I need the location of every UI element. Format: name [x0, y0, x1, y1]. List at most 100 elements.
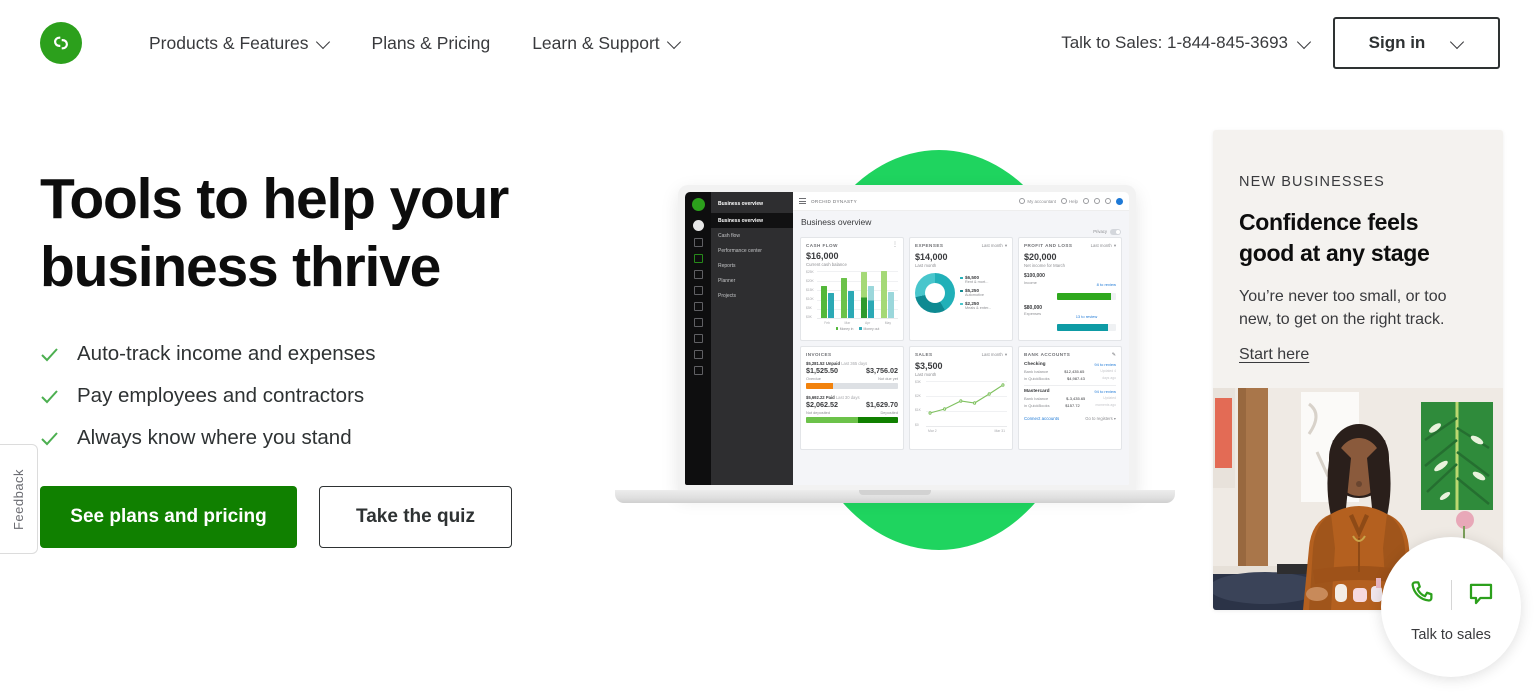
my-accountant-label: My accountant	[1027, 198, 1056, 204]
bank-account-row: Checking 94 to review Bank balance $12,4…	[1024, 362, 1116, 381]
card-title: EXPENSES	[915, 243, 944, 248]
talk-to-sales-widget[interactable]: Talk to sales	[1381, 537, 1521, 677]
bar-money-in	[840, 278, 847, 318]
pl-income-row: $100,000 Income 8 to review	[1024, 273, 1116, 300]
overdue-label: Overdue	[806, 375, 821, 381]
my-accountant-link[interactable]: My accountant	[1019, 198, 1056, 204]
app-menu-item-projects[interactable]: Projects	[711, 288, 793, 303]
talk-to-sales-phone[interactable]: Talk to Sales: 1-844-845-3693	[1061, 33, 1311, 53]
invoices-paid-block: $5,692.22 Paid Last 30 days $2,062.52 No…	[806, 395, 898, 423]
y-tick: $25K	[806, 270, 814, 274]
see-plans-and-pricing-button[interactable]: See plans and pricing	[40, 486, 297, 548]
qb-balance-label: in QuickBooks	[1024, 403, 1050, 409]
account-bank-balance: Bank balance $12,435.65 Updated 4	[1024, 369, 1116, 374]
card-title: BANK ACCOUNTS	[1024, 352, 1071, 357]
chevron-down-icon: ▾	[1113, 242, 1116, 248]
app-menu-item-planner[interactable]: Planner	[711, 273, 793, 288]
customers-icon	[693, 286, 703, 295]
sales-phone-label: Talk to Sales: 1-844-845-3693	[1061, 33, 1288, 52]
app-menu-item-performance-center[interactable]: Performance center	[711, 243, 793, 258]
pl-review-link[interactable]: 13 to review	[1076, 314, 1098, 319]
bell-icon[interactable]	[1094, 198, 1100, 204]
app-menu-title: Business overview	[718, 201, 764, 207]
feedback-tab[interactable]: Feedback	[0, 444, 38, 554]
qb-balance-value: $157.72	[1065, 403, 1080, 409]
legend-entry: Money out	[859, 327, 879, 331]
edit-pencil-icon[interactable]: ✎	[1112, 352, 1116, 358]
card-title: PROFIT AND LOSS	[1024, 243, 1073, 248]
dashboard-title: Business overview	[801, 217, 872, 227]
period-selector[interactable]: Last month ▾	[1091, 243, 1116, 249]
laptop-notch	[859, 490, 931, 495]
overdue-amount: $1,525.50	[806, 366, 838, 375]
nav-item-products-features[interactable]: Products & Features	[149, 33, 330, 54]
x-tick-last: Mar 31	[994, 429, 1005, 433]
company-name: ORCHID DYNASTY	[811, 198, 857, 204]
card-header: PROFIT AND LOSS Last month ▾	[1024, 243, 1116, 249]
card-bank-accounts: BANK ACCOUNTS ✎ Checking 94 to review Ba…	[1018, 345, 1122, 450]
promo-title: Confidence feels good at any stage	[1239, 207, 1477, 269]
x-axis-ticks: Mar 2 Mar 31	[926, 429, 1007, 433]
quickbooks-logo-icon[interactable]	[40, 22, 82, 64]
gear-icon[interactable]	[1105, 198, 1111, 204]
account-review-link[interactable]: 94 to review	[1094, 389, 1116, 394]
chat-bubble-icon[interactable]	[1466, 578, 1496, 613]
sign-in-button[interactable]: Sign in	[1333, 17, 1500, 69]
kpi-label: Current cash balance	[806, 262, 847, 267]
x-tick: Apr	[865, 320, 871, 325]
divider	[1024, 384, 1116, 386]
page-root: Products & Features Plans & Pricing Lear…	[0, 0, 1536, 698]
app-menu-item-reports[interactable]: Reports	[711, 258, 793, 273]
legend-label: Money in	[839, 326, 854, 331]
go-to-registers-dropdown[interactable]: Go to registers ▾	[1085, 416, 1116, 421]
pl-amount: $80,000	[1024, 304, 1043, 311]
take-the-quiz-button[interactable]: Take the quiz	[319, 486, 512, 548]
bank-balance-label: Bank balance	[1024, 396, 1049, 402]
chevron-down-icon: ▾	[1004, 242, 1007, 248]
account-note: Updated	[1103, 396, 1116, 401]
talk-to-sales-label: Talk to sales	[1411, 626, 1491, 643]
line-points	[926, 381, 1007, 427]
hero-product-image: Business overview Business overview Cash…	[595, 130, 1195, 560]
app-menu-item-business-overview[interactable]: Business overview	[711, 213, 793, 228]
privacy-label: Privacy	[1093, 229, 1107, 235]
period-label: Last month	[1090, 243, 1112, 248]
legend-entry: $5,250 Automotive	[960, 288, 991, 297]
app-menu-item-cash-flow[interactable]: Cash flow	[711, 228, 793, 243]
hamburger-icon[interactable]	[799, 198, 806, 204]
x-tick: Feb	[824, 320, 830, 325]
pl-review-link[interactable]: 8 to review	[1097, 282, 1116, 287]
chevron-down-icon	[1298, 39, 1311, 47]
home-icon	[693, 238, 703, 247]
go-to-registers-label: Go to registers	[1085, 416, 1113, 422]
period-selector[interactable]: Last month ▾	[982, 352, 1007, 358]
laptop-lid: Business overview Business overview Cash…	[678, 185, 1136, 493]
promo-eyebrow: NEW BUSINESSES	[1239, 174, 1385, 190]
bullet-label: Auto-track income and expenses	[77, 342, 376, 365]
nav-item-learn-support[interactable]: Learn & Support	[532, 33, 680, 54]
card-title: CASH FLOW	[806, 242, 838, 248]
bar-money-out	[888, 292, 895, 318]
promo-card-body: NEW BUSINESSES Confidence feels good at …	[1213, 130, 1503, 364]
connect-accounts-link[interactable]: Connect accounts	[1024, 416, 1059, 421]
account-review-link[interactable]: 94 to review	[1094, 362, 1116, 367]
more-options-icon[interactable]: ⋮	[892, 242, 898, 248]
period-selector[interactable]: Last month ▾	[982, 243, 1007, 249]
card-header: EXPENSES Last month ▾	[915, 243, 1007, 249]
hero-content: Tools to help your business thrive Auto-…	[40, 165, 580, 548]
invoice-icon	[693, 270, 703, 279]
phone-icon[interactable]	[1407, 578, 1437, 613]
sign-in-label: Sign in	[1368, 33, 1426, 52]
search-icon[interactable]	[1083, 198, 1089, 204]
user-avatar[interactable]	[1116, 197, 1123, 205]
help-icon	[1060, 198, 1067, 204]
privacy-toggle[interactable]	[1110, 229, 1121, 235]
help-link[interactable]: Help	[1060, 198, 1078, 204]
notdeposited-amount: $2,062.52	[806, 400, 838, 409]
nav-item-plans-pricing[interactable]: Plans & Pricing	[372, 33, 491, 54]
plot-area	[817, 271, 898, 319]
notdue-amount: $3,756.02	[866, 366, 898, 375]
y-tick: $2K	[915, 394, 921, 399]
bar-money-out	[868, 286, 875, 318]
start-here-link[interactable]: Start here	[1239, 346, 1309, 364]
